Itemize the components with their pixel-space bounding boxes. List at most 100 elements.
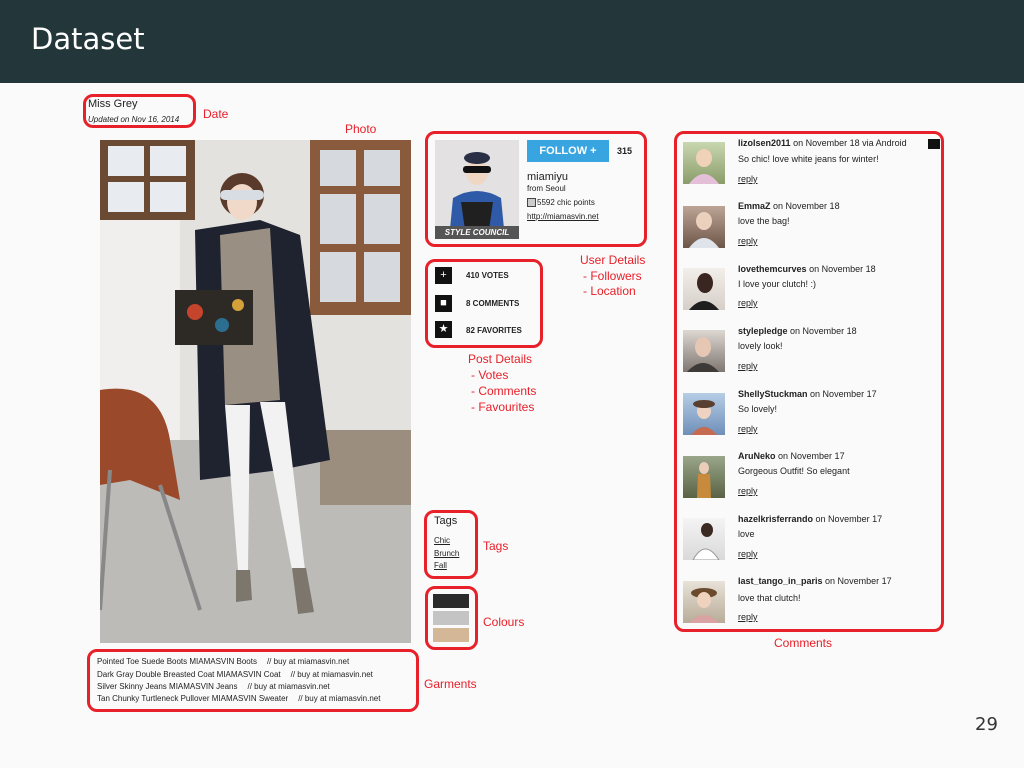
annotation-colours: Colours (483, 615, 525, 629)
author-name: Miss Grey (88, 98, 138, 110)
comment-header: last_tango_in_paris on November 17 (738, 576, 892, 586)
comment-header: hazelkrisferrando on November 17 (738, 514, 882, 524)
annotation-user-details-location: - Location (583, 284, 636, 298)
garment-row: Dark Gray Double Breasted Coat MIAMASVIN… (97, 670, 373, 679)
comment-header: ShellyStuckman on November 17 (738, 389, 877, 399)
comment-header: lizolsen2011 on November 18 via Android (738, 138, 907, 148)
comment-meta: on November 18 (773, 201, 840, 211)
commenter-name[interactable]: stylepledge (738, 326, 788, 336)
commenter-name[interactable]: last_tango_in_paris (738, 576, 823, 586)
garment-name[interactable]: Dark Gray Double Breasted Coat MIAMASVIN… (97, 670, 281, 679)
comment-meta: on November 17 (778, 451, 845, 461)
commenter-name[interactable]: hazelkrisferrando (738, 514, 813, 524)
updated-date: Updated on Nov 16, 2014 (88, 115, 180, 124)
commenter-avatar[interactable] (683, 142, 725, 184)
commenter-name[interactable]: EmmaZ (738, 201, 771, 211)
garment-buy-link[interactable]: // buy at miamasvin.net (298, 694, 380, 703)
commenter-avatar[interactable] (683, 206, 725, 248)
annotation-post-details-title: Post Details (468, 352, 533, 366)
reply-link[interactable]: reply (738, 424, 758, 434)
annotation-date: Date (203, 107, 229, 121)
colour-swatch (433, 628, 469, 642)
reply-link[interactable]: reply (738, 298, 758, 308)
reply-link[interactable]: reply (738, 549, 758, 559)
comment-meta: on November 17 (815, 514, 883, 524)
tag-link[interactable]: Brunch (434, 549, 459, 558)
reply-link[interactable]: reply (738, 236, 758, 246)
comment-text: I love your clutch! :) (738, 279, 817, 289)
annotation-user-details-followers: - Followers (583, 269, 642, 283)
reply-link[interactable]: reply (738, 612, 758, 622)
commenter-name[interactable]: lovethemcurves (738, 264, 807, 274)
comment-header: stylepledge on November 18 (738, 326, 857, 336)
user-website-link[interactable]: http://miamasvin.net (527, 212, 599, 221)
plus-icon[interactable]: + (435, 267, 452, 284)
comment-meta: on November 18 via Android (793, 138, 907, 148)
garment-name[interactable]: Pointed Toe Suede Boots MIAMASVIN Boots (97, 657, 257, 666)
commenter-name[interactable]: lizolsen2011 (738, 138, 791, 148)
tag-link[interactable]: Chic (434, 536, 450, 545)
garment-row: Tan Chunky Turtleneck Pullover MIAMASVIN… (97, 694, 380, 703)
garment-buy-link[interactable]: // buy at miamasvin.net (291, 670, 373, 679)
favorites-count: 82 FAVORITES (466, 326, 522, 335)
votes-count: 410 VOTES (466, 271, 509, 280)
comment-header: AruNeko on November 17 (738, 451, 845, 461)
commenter-avatar[interactable] (683, 268, 725, 310)
colour-swatch (433, 594, 469, 608)
tags-title: Tags (434, 515, 458, 527)
comment-meta: on November 17 (825, 576, 892, 586)
annotation-post-details-favourites: - Favourites (471, 400, 535, 414)
annotation-user-details-title: User Details (580, 253, 646, 267)
garment-name[interactable]: Tan Chunky Turtleneck Pullover MIAMASVIN… (97, 694, 288, 703)
annotation-comments: Comments (774, 636, 833, 650)
user-avatar: STYLE COUNCIL (435, 140, 519, 239)
reply-link[interactable]: reply (738, 174, 758, 184)
annotation-post-details-votes: - Votes (471, 368, 509, 382)
garment-buy-link[interactable]: // buy at miamasvin.net (248, 682, 330, 691)
comment-meta: on November 17 (810, 389, 877, 399)
follower-count: 315 (617, 146, 633, 156)
comment-meta: on November 18 (809, 264, 876, 274)
username[interactable]: miamiyu (527, 171, 568, 183)
android-icon (928, 139, 940, 149)
commenter-avatar[interactable] (683, 393, 725, 435)
annotation-tags: Tags (483, 539, 509, 553)
comment-text: love (738, 529, 755, 539)
slide-header: Dataset (0, 0, 1024, 83)
comment-text: lovely look! (738, 341, 783, 351)
commenter-avatar[interactable] (683, 330, 725, 372)
garment-row: Silver Skinny Jeans MIAMASVIN Jeans // bu… (97, 682, 330, 691)
chic-points-icon (527, 198, 536, 207)
chic-points: 5592 chic points (537, 198, 595, 207)
reply-link[interactable]: reply (738, 486, 758, 496)
commenter-avatar[interactable] (683, 456, 725, 498)
comment-text: love that clutch! (738, 593, 801, 603)
comment-text: Gorgeous Outfit! So elegant (738, 466, 850, 476)
comment-header: lovethemcurves on November 18 (738, 264, 876, 274)
slide-title: Dataset (31, 22, 145, 56)
reply-link[interactable]: reply (738, 361, 758, 371)
comment-icon[interactable]: ■ (435, 295, 452, 312)
commenter-name[interactable]: AruNeko (738, 451, 776, 461)
comment-text: love the bag! (738, 216, 790, 226)
star-icon[interactable]: ★ (435, 321, 452, 338)
tag-link[interactable]: Fall (434, 561, 447, 570)
garment-buy-link[interactable]: // buy at miamasvin.net (267, 657, 349, 666)
commenter-name[interactable]: ShellyStuckman (738, 389, 808, 399)
comment-text: So chic! love white jeans for winter! (738, 154, 879, 164)
colour-swatch (433, 611, 469, 625)
commenter-avatar[interactable] (683, 581, 725, 623)
follow-button[interactable]: FOLLOW + (527, 140, 609, 162)
comment-header: EmmaZ on November 18 (738, 201, 840, 211)
comment-text: So lovely! (738, 404, 778, 414)
garment-name[interactable]: Silver Skinny Jeans MIAMASVIN Jeans (97, 682, 238, 691)
user-location: from Seoul (527, 184, 566, 193)
annotation-photo: Photo (345, 122, 377, 136)
garment-row: Pointed Toe Suede Boots MIAMASVIN Boots /… (97, 657, 349, 666)
page-number: 29 (975, 714, 998, 735)
commenter-avatar[interactable] (683, 518, 725, 561)
annotation-post-details-comments: - Comments (471, 384, 537, 398)
comment-meta: on November 18 (790, 326, 857, 336)
style-council-badge: STYLE COUNCIL (435, 226, 519, 239)
comments-count: 8 COMMENTS (466, 299, 520, 308)
